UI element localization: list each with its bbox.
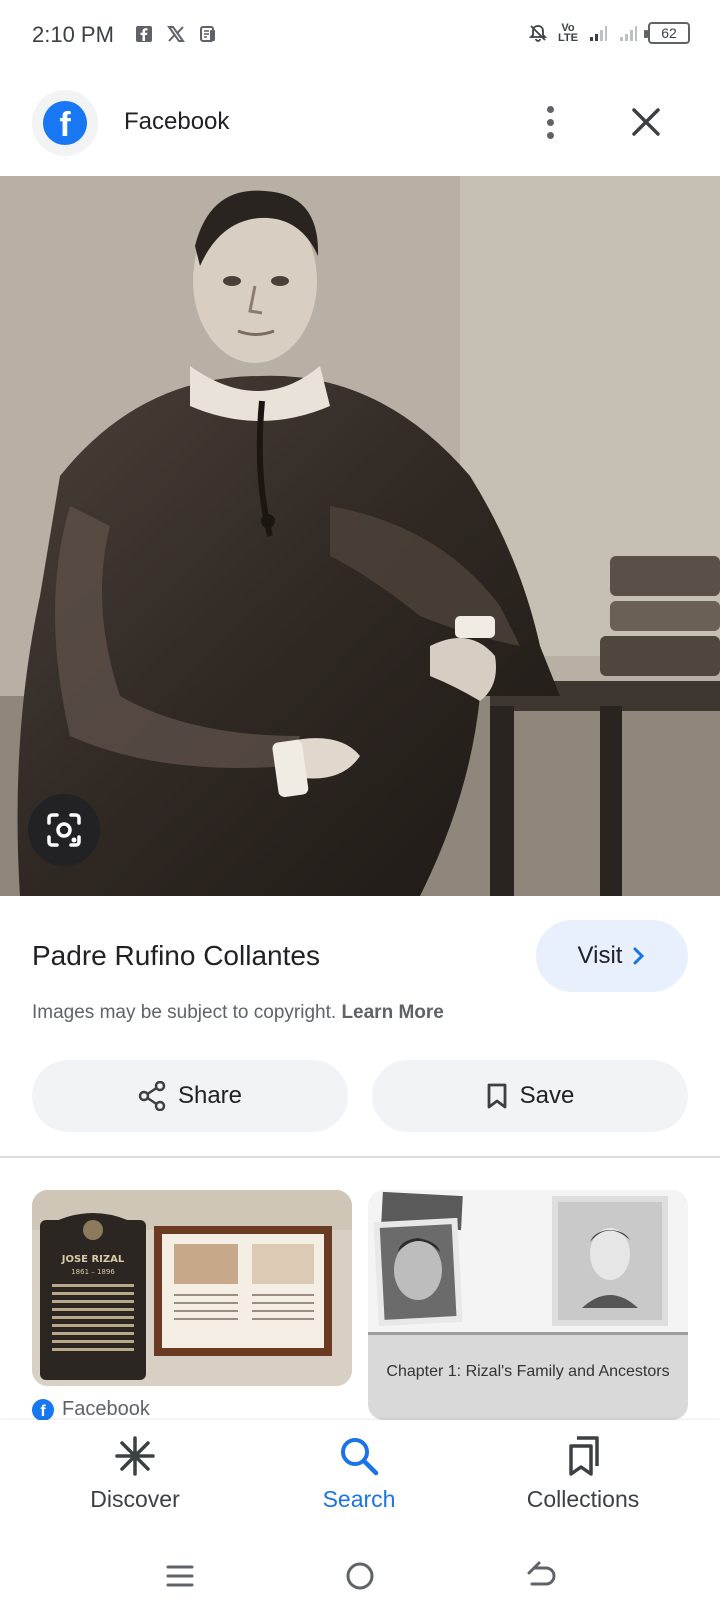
copyright-notice: Images may be subject to copyright. Lear… xyxy=(32,1002,444,1024)
card-source-label: Facebook xyxy=(62,1398,150,1420)
dot-icon xyxy=(546,105,554,113)
plaque-photo: JOSE RIZAL 1861 – 1896 xyxy=(32,1190,352,1386)
asterisk-icon xyxy=(115,1436,155,1476)
app-header: f Facebook xyxy=(0,88,720,176)
learn-more-link[interactable]: Learn More xyxy=(341,1002,443,1023)
nav-collections-label: Collections xyxy=(526,1486,640,1512)
save-button[interactable]: Save xyxy=(372,1060,688,1132)
chevron-right-icon xyxy=(633,947,645,965)
share-icon xyxy=(138,1081,166,1111)
divider xyxy=(0,1156,720,1158)
dot-icon xyxy=(546,131,554,139)
card-source: f Facebook xyxy=(32,1398,150,1421)
nav-collections[interactable]: Collections xyxy=(483,1434,683,1513)
signal-icon xyxy=(620,26,637,41)
source-logo[interactable]: f xyxy=(32,90,98,156)
related-image-card[interactable]: JOSE RIZAL 1861 – 1896 xyxy=(32,1190,352,1386)
plaque-title: JOSE RIZAL xyxy=(61,1254,125,1265)
status-bar: 2:10 PM Vo LTE 62 xyxy=(0,0,720,72)
home-icon[interactable] xyxy=(340,1556,380,1596)
nav-search[interactable]: Search xyxy=(259,1434,459,1513)
bookmarks-icon xyxy=(569,1436,599,1476)
mute-icon xyxy=(528,25,548,42)
notification-icons xyxy=(134,24,218,44)
bottom-nav: Discover Search Collections xyxy=(0,1420,720,1540)
nav-search-label: Search xyxy=(322,1486,396,1512)
related-image-card[interactable]: Chapter 1: Rizal's Family and Ancestors xyxy=(368,1190,688,1420)
system-icons: Vo LTE 62 xyxy=(528,22,690,44)
more-options-button[interactable] xyxy=(530,102,570,142)
back-icon[interactable] xyxy=(520,1556,560,1596)
image-title: Padre Rufino Collantes xyxy=(32,940,320,971)
visit-button[interactable]: Visit xyxy=(536,920,688,992)
bookmark-icon xyxy=(487,1083,507,1109)
share-button[interactable]: Share xyxy=(32,1060,348,1132)
share-label: Share xyxy=(177,1082,243,1109)
battery-indicator: 62 xyxy=(644,22,690,44)
search-icon xyxy=(341,1438,379,1476)
volte-icon: Vo LTE xyxy=(558,22,578,44)
lens-button[interactable] xyxy=(28,794,100,866)
main-image[interactable] xyxy=(0,176,720,896)
save-label: Save xyxy=(519,1082,575,1109)
nav-discover-label: Discover xyxy=(90,1486,180,1512)
system-nav-bar xyxy=(0,1540,720,1612)
status-time: 2:10 PM xyxy=(32,22,114,47)
x-icon xyxy=(167,26,185,42)
nav-discover[interactable]: Discover xyxy=(35,1434,235,1513)
visit-label: Visit xyxy=(577,942,623,969)
news-icon xyxy=(200,26,215,42)
facebook-icon: f xyxy=(43,101,87,145)
chapter-caption: Chapter 1: Rizal's Family and Ancestors xyxy=(386,1363,669,1380)
dot-icon xyxy=(546,118,554,126)
facebook-icon: f xyxy=(32,1398,54,1421)
source-title[interactable]: Facebook xyxy=(124,108,229,136)
camera-search-icon xyxy=(47,813,81,847)
signal-icon xyxy=(590,26,607,41)
portrait-photo xyxy=(0,176,720,896)
menu-icon[interactable] xyxy=(160,1556,200,1596)
copyright-text: Images may be subject to copyright. xyxy=(32,1002,337,1023)
chapter-thumbnail: Chapter 1: Rizal's Family and Ancestors xyxy=(368,1190,688,1420)
facebook-icon xyxy=(136,26,152,42)
plaque-years: 1861 – 1896 xyxy=(71,1268,115,1276)
close-icon[interactable] xyxy=(626,102,666,142)
